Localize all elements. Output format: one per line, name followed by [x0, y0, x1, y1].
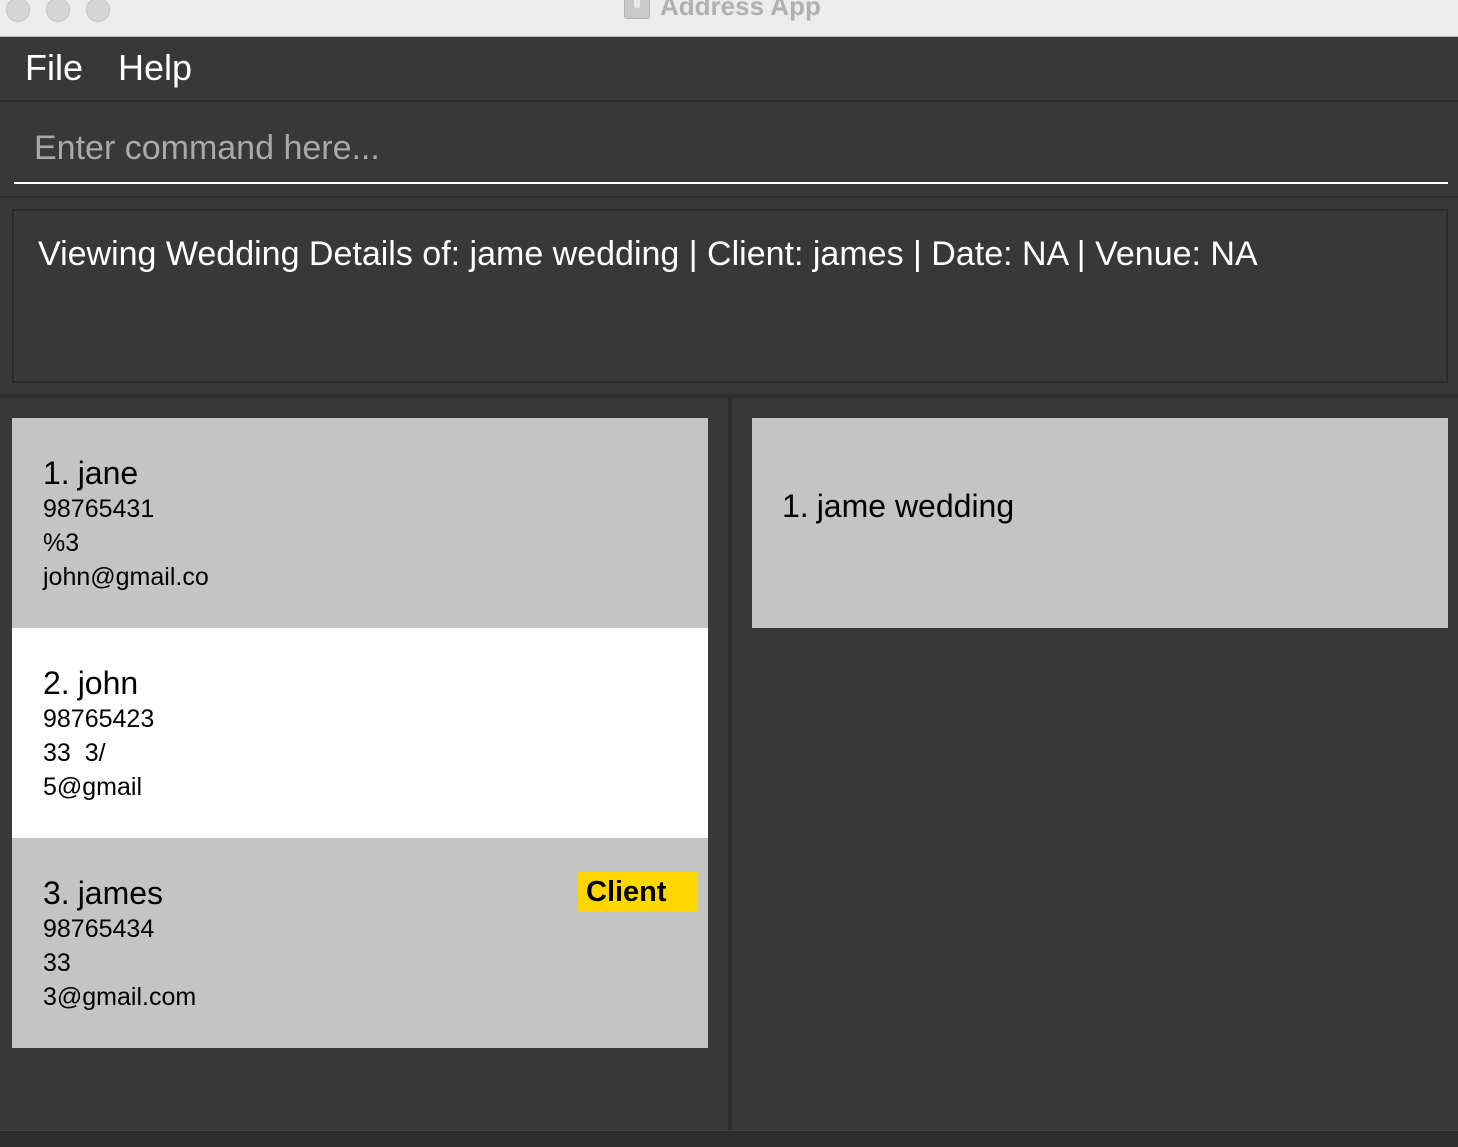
client-tag: Client	[578, 872, 698, 912]
app-icon	[624, 0, 650, 19]
person-card[interactable]: 1. jane 98765431 %3 john@gmail.co	[12, 418, 708, 628]
result-display: Viewing Wedding Details of: jame wedding…	[12, 209, 1448, 383]
title-bar: Address App	[0, 0, 1458, 37]
command-input[interactable]	[14, 114, 1448, 184]
window-title: Address App	[624, 0, 821, 22]
person-phone: 98765434	[43, 915, 155, 943]
wedding-index: 1.	[782, 488, 809, 524]
panel-divider[interactable]	[728, 398, 732, 1130]
person-email: 3@gmail.com	[43, 983, 197, 1011]
person-phone: 98765431	[43, 495, 155, 523]
person-email: 5@gmail	[43, 773, 143, 801]
window-title-text: Address App	[660, 0, 821, 21]
zoom-window-button[interactable]	[86, 0, 110, 22]
menu-bar: File Help	[0, 37, 1458, 102]
person-address: 33 3/	[43, 739, 106, 767]
person-address: %3	[43, 529, 80, 557]
result-text: Viewing Wedding Details of: jame wedding…	[38, 235, 1258, 273]
person-index: 2.	[43, 665, 70, 701]
person-card[interactable]: 3. james 98765434 33 3@gmail.com Client	[12, 838, 708, 1048]
person-name: 1. jane	[43, 454, 708, 492]
command-box	[0, 102, 1458, 198]
menu-help[interactable]: Help	[118, 47, 192, 89]
person-name-text: jane	[77, 455, 139, 491]
wedding-list[interactable]: 1. jame wedding	[752, 418, 1448, 628]
person-email: john@gmail.co	[43, 563, 209, 591]
person-name: 2. john	[43, 664, 708, 702]
status-bar	[0, 1130, 1458, 1147]
person-card-selected[interactable]: 2. john 98765423 33 3/ 5@gmail	[12, 628, 708, 838]
person-index: 1.	[43, 455, 70, 491]
person-address: 33	[43, 949, 71, 977]
wedding-name-text: jame wedding	[816, 488, 1015, 524]
person-phone: 98765423	[43, 705, 155, 733]
close-window-button[interactable]	[6, 0, 30, 22]
wedding-card[interactable]: 1. jame wedding	[752, 418, 1448, 628]
person-list[interactable]: 1. jane 98765431 %3 john@gmail.co 2. joh…	[12, 418, 708, 1048]
person-index: 3.	[43, 875, 70, 911]
person-name-text: james	[77, 875, 164, 911]
menu-file[interactable]: File	[25, 47, 83, 89]
person-name-text: john	[77, 665, 139, 701]
wedding-name: 1. jame wedding	[782, 488, 1448, 525]
minimize-window-button[interactable]	[46, 0, 70, 22]
